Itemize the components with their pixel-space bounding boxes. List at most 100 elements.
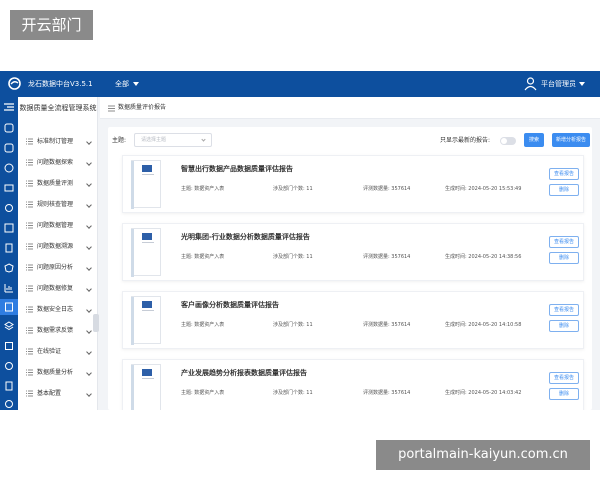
- report-card: 客户画像分析数据质量评估报告 主题: 数据资产入表 涉及部门个数: 11 评测数…: [122, 291, 584, 349]
- report-data-count: 评测数据量: 357614: [363, 390, 411, 396]
- grid-icon[interactable]: [4, 223, 14, 233]
- report-icon[interactable]: [0, 299, 18, 315]
- view-report-button[interactable]: 查看报告: [549, 236, 579, 248]
- thumbnail-spine: [131, 365, 134, 410]
- menu-item-evaluate[interactable]: 数据质量评测: [18, 174, 98, 194]
- list-icon: [26, 222, 33, 229]
- menu-item-repair[interactable]: 问题数据修复: [18, 279, 98, 299]
- swap-icon[interactable]: [4, 361, 14, 371]
- delete-button[interactable]: 删除: [549, 388, 579, 400]
- menu-item-label: 问题数据管理: [37, 222, 74, 229]
- layers-icon[interactable]: [4, 183, 14, 193]
- chevron-down-icon: [86, 370, 92, 376]
- stack-icon[interactable]: [4, 321, 14, 331]
- menu-toggle-icon[interactable]: [4, 102, 14, 112]
- chevron-down-icon: [86, 328, 92, 334]
- tab-quality-report[interactable]: 数据质量评价报告: [118, 97, 166, 119]
- list-icon: [26, 327, 33, 334]
- menu-item-explore[interactable]: 问题数据探索: [18, 153, 98, 173]
- tag-icon[interactable]: [4, 341, 14, 351]
- search-button[interactable]: 搜索: [524, 133, 544, 147]
- delete-button[interactable]: 删除: [549, 320, 579, 332]
- report-data-count: 评测数据量: 357614: [363, 322, 411, 328]
- chevron-down-icon: [86, 286, 92, 292]
- menu-item-label: 数据安全日志: [37, 306, 74, 313]
- report-panel: 主题: 请选择主题 只显示最新的报告: 搜索 新增分析报告 智慧出行数据产品数据…: [108, 127, 592, 410]
- report-subject: 主题: 数据资产入表: [181, 254, 225, 260]
- caret-down-icon: [133, 82, 139, 86]
- report-time: 生成时间: 2024-05-20 14:38:56: [445, 254, 522, 260]
- menu-toggle-icon[interactable]: [108, 105, 115, 112]
- report-data-count: 评测数据量: 357614: [363, 186, 411, 192]
- menu-item-standard[interactable]: 标准制订管理: [18, 132, 98, 152]
- report-title[interactable]: 智慧出行数据产品数据质量评估报告: [181, 164, 293, 174]
- logo-icon: [8, 77, 21, 90]
- report-icon: [5, 302, 13, 312]
- database-icon[interactable]: [4, 163, 14, 173]
- scope-dropdown[interactable]: 全部: [115, 71, 139, 97]
- menu-item-online-verify[interactable]: 在线验证: [18, 342, 98, 362]
- report-thumbnail: [131, 228, 161, 277]
- caret-down-icon: [579, 82, 585, 86]
- menu-item-cause[interactable]: 问题原因分析: [18, 258, 98, 278]
- report-data-count: 评测数据量: 357614: [363, 254, 411, 260]
- cube-icon[interactable]: [4, 143, 14, 153]
- menu-item-rules[interactable]: 规则核查管理: [18, 195, 98, 215]
- gear-icon[interactable]: [4, 203, 14, 213]
- view-report-button[interactable]: 查看报告: [549, 304, 579, 316]
- menu-item-trace[interactable]: 问题数据溯源: [18, 237, 98, 257]
- chevron-down-icon: [86, 181, 92, 187]
- app-window: 龙石数据中台V3.5.1 全部 平台管理员 数据质量全流程管理系统 标准制订管理…: [0, 71, 600, 410]
- report-title[interactable]: 产业发展趋势分析报表数据质量评估报告: [181, 368, 307, 378]
- chevron-down-icon: [86, 160, 92, 166]
- menu-item-label: 问题数据溯源: [37, 243, 74, 250]
- list-icon: [26, 159, 33, 166]
- list-icon: [26, 306, 33, 313]
- menu-item-label: 标准制订管理: [37, 138, 74, 145]
- report-title[interactable]: 光明集团-行业数据分析数据质量评估报告: [181, 232, 310, 242]
- subject-placeholder: 请选择主题: [141, 137, 167, 143]
- thumbnail-line: [142, 242, 154, 243]
- document-icon[interactable]: [4, 381, 14, 391]
- menu-item-issues[interactable]: 问题数据管理: [18, 216, 98, 236]
- report-subject: 主题: 数据资产入表: [181, 322, 225, 328]
- user-icon[interactable]: [524, 77, 537, 91]
- app-title: 龙石数据中台V3.5.1: [28, 80, 93, 88]
- view-report-button[interactable]: 查看报告: [549, 372, 579, 384]
- chevron-down-icon: [86, 265, 92, 271]
- delete-button[interactable]: 删除: [549, 184, 579, 196]
- menu-title: 数据质量全流程管理系统: [19, 104, 97, 112]
- list-icon: [26, 201, 33, 208]
- list-icon: [26, 348, 33, 355]
- menu-collapse-handle[interactable]: [93, 314, 99, 332]
- report-card: 光明集团-行业数据分析数据质量评估报告 主题: 数据资产入表 涉及部门个数: 1…: [122, 223, 584, 281]
- list-icon: [26, 243, 33, 250]
- book-icon[interactable]: [4, 243, 14, 253]
- view-report-button[interactable]: 查看报告: [549, 168, 579, 180]
- list-icon: [26, 138, 33, 145]
- menu-item-label: 在线验证: [37, 348, 62, 355]
- circle-icon[interactable]: [4, 399, 14, 409]
- subject-select[interactable]: 请选择主题: [134, 133, 212, 147]
- menu-item-label: 数据需求反馈: [37, 327, 74, 334]
- user-name-label: 平台管理员: [541, 80, 576, 88]
- new-report-button[interactable]: 新增分析报告: [552, 133, 590, 147]
- chevron-down-icon: [86, 307, 92, 313]
- thumbnail-spine: [131, 229, 134, 277]
- latest-only-toggle[interactable]: [500, 137, 516, 145]
- menu-item-basic-config[interactable]: 基本配置: [18, 384, 98, 404]
- menu-item-security-log[interactable]: 数据安全日志: [18, 300, 98, 320]
- thumbnail-mark: [142, 233, 152, 240]
- shield-icon[interactable]: [4, 263, 14, 273]
- report-card: 产业发展趋势分析报表数据质量评估报告 主题: 数据资产入表 涉及部门个数: 11…: [122, 359, 584, 410]
- user-menu[interactable]: 平台管理员: [541, 71, 585, 97]
- report-dept-count: 涉及部门个数: 11: [273, 390, 313, 396]
- menu-item-feedback[interactable]: 数据需求反馈: [18, 321, 98, 341]
- database-icon[interactable]: [4, 123, 14, 133]
- delete-button[interactable]: 删除: [549, 252, 579, 264]
- main-content: 数据质量评价报告 主题: 请选择主题 只显示最新的报告: 搜索 新增分析报告 智…: [100, 97, 600, 410]
- report-title[interactable]: 客户画像分析数据质量评估报告: [181, 300, 279, 310]
- chart-icon[interactable]: [4, 283, 14, 293]
- menu-item-quality-analysis[interactable]: 数据质量分析: [18, 363, 98, 383]
- thumbnail-mark: [142, 369, 152, 376]
